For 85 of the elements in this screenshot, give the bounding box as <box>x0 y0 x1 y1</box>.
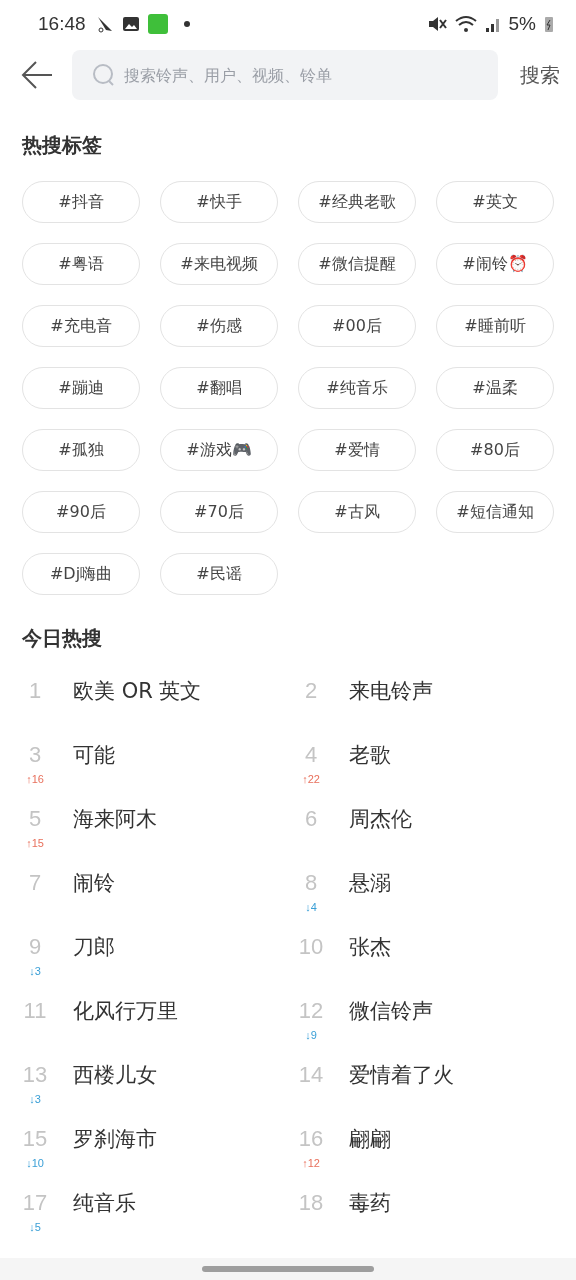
rank-change: ↓4 <box>305 900 317 914</box>
image-icon <box>121 15 140 33</box>
tag-chip[interactable]: #游戏🎮 <box>160 429 278 471</box>
rank-change: ↑12 <box>302 1156 320 1170</box>
section-title: 今日热搜 <box>21 625 103 652</box>
rank-number: 11 <box>23 998 47 1024</box>
tag-chip[interactable]: #来电视频 <box>160 243 278 285</box>
hot-search-item[interactable]: 纯音乐 <box>73 1190 136 1216</box>
notification-dot <box>183 21 190 27</box>
rank-change: ↓10 <box>26 1156 44 1170</box>
hot-search-item[interactable]: 毒药 <box>349 1190 391 1216</box>
rank-number: 5 <box>28 806 42 832</box>
rank-number: 4 <box>304 742 318 768</box>
rank-change: ↓3 <box>29 964 41 978</box>
tag-chip[interactable]: #快手 <box>160 181 278 223</box>
tag-chip[interactable]: #抖音 <box>22 181 140 223</box>
rank-number: 17 <box>22 1190 48 1216</box>
rank-change: ↓5 <box>29 1220 41 1234</box>
tag-chip[interactable]: #80后 <box>436 429 554 471</box>
rank-change: ↑15 <box>26 836 44 850</box>
rank-number: 13 <box>22 1062 48 1088</box>
rank-number: 16 <box>298 1126 324 1152</box>
tag-chip[interactable]: #00后 <box>298 305 416 347</box>
rank-number: 9 <box>28 934 42 960</box>
hot-search-item[interactable]: 悬溺 <box>349 870 391 896</box>
tag-chip[interactable]: #70后 <box>160 491 278 533</box>
section-title: 热搜标签 <box>21 132 103 159</box>
tag-chip[interactable]: #伤感 <box>160 305 278 347</box>
hot-search-item[interactable]: 可能 <box>73 742 115 768</box>
tag-chip[interactable]: #Dj嗨曲 <box>22 553 140 595</box>
tag-chip[interactable]: #粤语 <box>22 243 140 285</box>
search-icon <box>92 63 116 87</box>
tag-chip[interactable]: #温柔 <box>436 367 554 409</box>
status-time: 16:48 <box>38 13 86 35</box>
hot-search-item[interactable]: 老歌 <box>349 742 391 768</box>
tag-chip[interactable]: #经典老歌 <box>298 181 416 223</box>
wifi-icon <box>454 15 477 33</box>
hot-search-item[interactable]: 爱情着了火 <box>349 1062 454 1088</box>
rank-change: ↑16 <box>26 772 44 786</box>
tag-chip[interactable]: #古风 <box>298 491 416 533</box>
search-field[interactable]: 搜索铃声、用户、视频、铃单 <box>72 50 498 100</box>
rank-change: ↑22 <box>302 772 320 786</box>
hot-search-item[interactable]: 来电铃声 <box>349 678 433 704</box>
rank-change: ↓9 <box>305 1028 317 1042</box>
tag-chip[interactable]: #英文 <box>436 181 554 223</box>
tag-chip[interactable]: #90后 <box>22 491 140 533</box>
rank-number: 10 <box>298 934 324 960</box>
rank-number: 18 <box>298 1190 324 1216</box>
tag-chip[interactable]: #爱情 <box>298 429 416 471</box>
hot-search-item[interactable]: 张杰 <box>349 934 391 960</box>
hot-search-item[interactable]: 微信铃声 <box>349 998 433 1024</box>
battery-icon <box>544 15 554 33</box>
hot-search-item[interactable]: 罗刹海市 <box>73 1126 157 1152</box>
tag-chip[interactable]: #蹦迪 <box>22 367 140 409</box>
hot-search-item[interactable]: 海来阿木 <box>73 806 157 832</box>
rank-number: 2 <box>304 678 318 704</box>
tag-chip[interactable]: #民谣 <box>160 553 278 595</box>
rank-number: 12 <box>298 998 324 1024</box>
hot-search-item[interactable]: 闹铃 <box>73 870 115 896</box>
rank-number: 1 <box>28 678 42 704</box>
rank-number: 8 <box>304 870 318 896</box>
search-button[interactable]: 搜索 <box>498 61 560 89</box>
tag-chip[interactable]: #睡前听 <box>436 305 554 347</box>
tag-chip[interactable]: #纯音乐 <box>298 367 416 409</box>
tag-chip[interactable]: #闹铃⏰ <box>436 243 554 285</box>
tag-chip[interactable]: #短信通知 <box>436 491 554 533</box>
tag-chip[interactable]: #微信提醒 <box>298 243 416 285</box>
hot-search-item[interactable]: 周杰伦 <box>349 806 412 832</box>
app-icon <box>147 14 168 34</box>
hot-search-item[interactable]: 西楼儿女 <box>73 1062 157 1088</box>
rank-number: 6 <box>304 806 318 832</box>
tag-chip[interactable]: #翻唱 <box>160 367 278 409</box>
mute-icon <box>426 15 447 33</box>
hot-search-item[interactable]: 翩翩 <box>349 1126 391 1152</box>
tag-chip[interactable]: #孤独 <box>22 429 140 471</box>
rank-number: 3 <box>28 742 42 768</box>
rank-number: 7 <box>28 870 42 896</box>
rank-number: 14 <box>298 1062 324 1088</box>
hot-search-item[interactable]: 刀郎 <box>73 934 115 960</box>
battery-percent: 5% <box>508 13 536 35</box>
rank-number: 15 <box>22 1126 48 1152</box>
rank-change: ↓3 <box>29 1092 41 1106</box>
hot-search-item[interactable]: 欧美 OR 英文 <box>73 678 202 704</box>
tag-chip[interactable]: #充电音 <box>22 305 140 347</box>
hot-search-item[interactable]: 化风行万里 <box>73 998 178 1024</box>
